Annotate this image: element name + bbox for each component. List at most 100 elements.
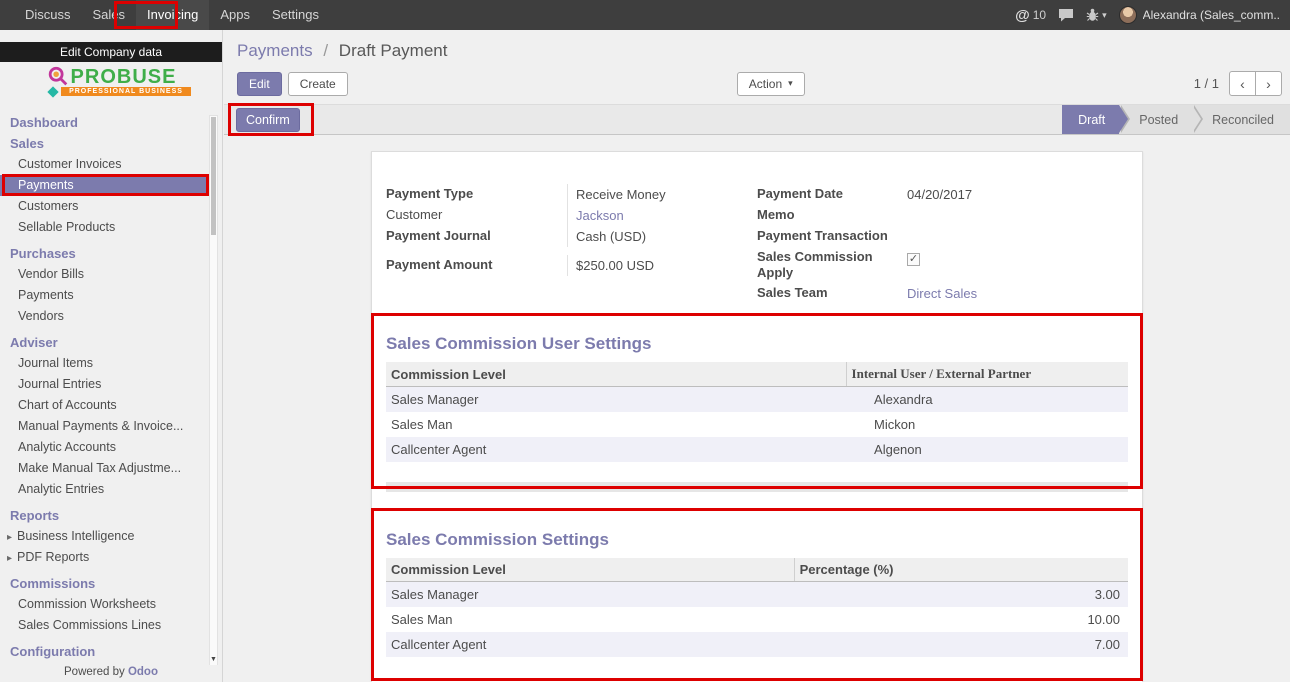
sidebar-header-adviser[interactable]: Adviser <box>0 332 209 353</box>
cell-commission-level[interactable]: Sales Man <box>386 412 846 437</box>
create-button[interactable]: Create <box>288 72 348 96</box>
user-settings-section: Sales Commission User Settings Commissio… <box>386 334 1128 492</box>
breadcrumb-current: Draft Payment <box>339 41 448 60</box>
table-header-row: Commission Level Internal User / Externa… <box>386 362 1128 387</box>
company-logo[interactable]: PROBUSE PROFESSIONAL BUSINESS <box>0 62 222 110</box>
pager-next-button[interactable]: › <box>1255 71 1282 96</box>
payment-form: Payment Type Receive Money Customer Jack… <box>386 184 1128 304</box>
sidebar-header-purchases[interactable]: Purchases <box>0 243 209 264</box>
sheet-area: Payment Type Receive Money Customer Jack… <box>224 136 1290 682</box>
user-name: Alexandra (Sales_comm.. <box>1143 8 1280 22</box>
sidebar-header-configuration[interactable]: Configuration <box>0 641 209 662</box>
sales-commission-apply-checkbox[interactable]: ✓ <box>907 253 920 266</box>
cell-user[interactable]: Mickon <box>846 412 1128 437</box>
sidebar-menu: Dashboard Sales Customer Invoices Paymen… <box>0 110 209 662</box>
pager-previous-button[interactable]: ‹ <box>1229 71 1256 96</box>
debug-menu[interactable]: ▾ <box>1086 8 1107 22</box>
sidebar-header-reports[interactable]: Reports <box>0 505 209 526</box>
table-row[interactable]: Sales Manager Alexandra <box>386 387 1128 413</box>
nav-discuss[interactable]: Discuss <box>14 0 82 30</box>
scroll-down-icon[interactable]: ▼ <box>210 655 217 665</box>
field-payment-date: Payment Date 04/20/2017 <box>757 184 1128 205</box>
status-pill-reconciled[interactable]: Reconciled <box>1192 105 1290 134</box>
sidebar-item-vendor-bills[interactable]: Vendor Bills <box>0 264 209 285</box>
sidebar-item-sales-commissions-lines[interactable]: Sales Commissions Lines <box>0 615 209 636</box>
sidebar-item-sellable-products[interactable]: Sellable Products <box>0 217 209 238</box>
sidebar-scrollbar[interactable]: ▼ <box>209 115 218 666</box>
nav-settings[interactable]: Settings <box>261 0 330 30</box>
sidebar-header-commissions[interactable]: Commissions <box>0 573 209 594</box>
field-payment-transaction: Payment Transaction <box>757 226 1128 247</box>
payment-form-sheet: Payment Type Receive Money Customer Jack… <box>371 151 1143 682</box>
cell-user[interactable]: Alexandra <box>846 387 1128 413</box>
sidebar-item-commission-worksheets[interactable]: Commission Worksheets <box>0 594 209 615</box>
customer-link[interactable]: Jackson <box>576 208 624 223</box>
cell-commission-level[interactable]: Callcenter Agent <box>386 632 794 657</box>
column-internal-user[interactable]: Internal User / External Partner <box>846 362 1128 387</box>
column-commission-level[interactable]: Commission Level <box>386 558 794 582</box>
cell-commission-level[interactable]: Sales Manager <box>386 582 794 608</box>
scrollbar-thumb[interactable] <box>211 117 216 235</box>
messages-icon[interactable] <box>1058 8 1074 22</box>
nav-invoicing[interactable]: Invoicing <box>136 0 209 30</box>
table-row[interactable]: Sales Man Mickon <box>386 412 1128 437</box>
table-row[interactable]: Callcenter Agent Algenon <box>386 437 1128 462</box>
cell-commission-level[interactable]: Callcenter Agent <box>386 437 846 462</box>
cell-percentage[interactable]: 7.00 <box>794 632 1128 657</box>
cell-commission-level[interactable]: Sales Man <box>386 607 794 632</box>
mention-counter[interactable]: @ 10 <box>1015 7 1046 24</box>
action-label: Action <box>749 77 782 91</box>
table-row[interactable]: Callcenter Agent 7.00 <box>386 632 1128 657</box>
sidebar-item-customers[interactable]: Customers <box>0 196 209 217</box>
column-percentage[interactable]: Percentage (%) <box>794 558 1128 582</box>
sidebar-item-manual-tax-adjustment[interactable]: Make Manual Tax Adjustme... <box>0 458 209 479</box>
sidebar: Edit Company data PROBUSE PROFESSIONAL B… <box>0 30 223 682</box>
edit-button[interactable]: Edit <box>237 72 282 96</box>
user-settings-title: Sales Commission User Settings <box>386 334 1128 354</box>
main-content: Payments / Draft Payment Edit Create Act… <box>224 30 1290 682</box>
sales-team-link[interactable]: Direct Sales <box>907 286 977 301</box>
breadcrumb-payments[interactable]: Payments <box>237 41 313 60</box>
field-label: Memo <box>757 205 899 225</box>
powered-by: Powered by Odoo <box>0 665 222 682</box>
sidebar-item-customer-invoices[interactable]: Customer Invoices <box>0 154 209 175</box>
sidebar-item-payments[interactable]: Payments <box>0 175 209 196</box>
logo-name: PROBUSE <box>71 66 177 89</box>
nav-apps[interactable]: Apps <box>209 0 261 30</box>
action-dropdown[interactable]: Action ▾ <box>737 72 805 96</box>
odoo-link[interactable]: Odoo <box>128 666 158 678</box>
user-menu[interactable]: Alexandra (Sales_comm.. <box>1119 6 1284 24</box>
field-label: Sales Commission Apply <box>757 247 899 283</box>
table-row[interactable]: Sales Manager 3.00 <box>386 582 1128 608</box>
sidebar-item-analytic-entries[interactable]: Analytic Entries <box>0 479 209 500</box>
table-header-row: Commission Level Percentage (%) <box>386 558 1128 582</box>
sidebar-item-pdf-reports[interactable]: ▸PDF Reports <box>0 547 209 568</box>
sidebar-item-dashboard[interactable]: Dashboard <box>0 112 209 133</box>
check-icon: ✓ <box>909 254 918 265</box>
logo-tagline: PROFESSIONAL BUSINESS <box>61 87 191 96</box>
field-value: $250.00 USD <box>567 255 757 276</box>
sidebar-item-chart-of-accounts[interactable]: Chart of Accounts <box>0 395 209 416</box>
edit-company-button[interactable]: Edit Company data <box>0 42 222 62</box>
sidebar-header-sales[interactable]: Sales <box>0 133 209 154</box>
statusbar: Confirm Draft Posted Reconciled <box>224 104 1290 135</box>
cell-commission-level[interactable]: Sales Manager <box>386 387 846 413</box>
sidebar-item-payments-purchases[interactable]: Payments <box>0 285 209 306</box>
confirm-button[interactable]: Confirm <box>236 108 300 132</box>
status-pill-draft[interactable]: Draft <box>1062 105 1119 134</box>
field-value: Receive Money <box>567 184 757 205</box>
cell-user[interactable]: Algenon <box>846 437 1128 462</box>
nav-sales[interactable]: Sales <box>82 0 137 30</box>
column-commission-level[interactable]: Commission Level <box>386 362 846 387</box>
commission-settings-section: Sales Commission Settings Commission Lev… <box>386 530 1128 657</box>
sidebar-item-analytic-accounts[interactable]: Analytic Accounts <box>0 437 209 458</box>
sidebar-item-business-intelligence[interactable]: ▸Business Intelligence <box>0 526 209 547</box>
sidebar-item-manual-payments[interactable]: Manual Payments & Invoice... <box>0 416 209 437</box>
sidebar-item-journal-entries[interactable]: Journal Entries <box>0 374 209 395</box>
table-row[interactable]: Sales Man 10.00 <box>386 607 1128 632</box>
sidebar-item-journal-items[interactable]: Journal Items <box>0 353 209 374</box>
cell-percentage[interactable]: 10.00 <box>794 607 1128 632</box>
sidebar-item-vendors[interactable]: Vendors <box>0 306 209 327</box>
caret-down-icon: ▾ <box>788 78 793 89</box>
cell-percentage[interactable]: 3.00 <box>794 582 1128 608</box>
